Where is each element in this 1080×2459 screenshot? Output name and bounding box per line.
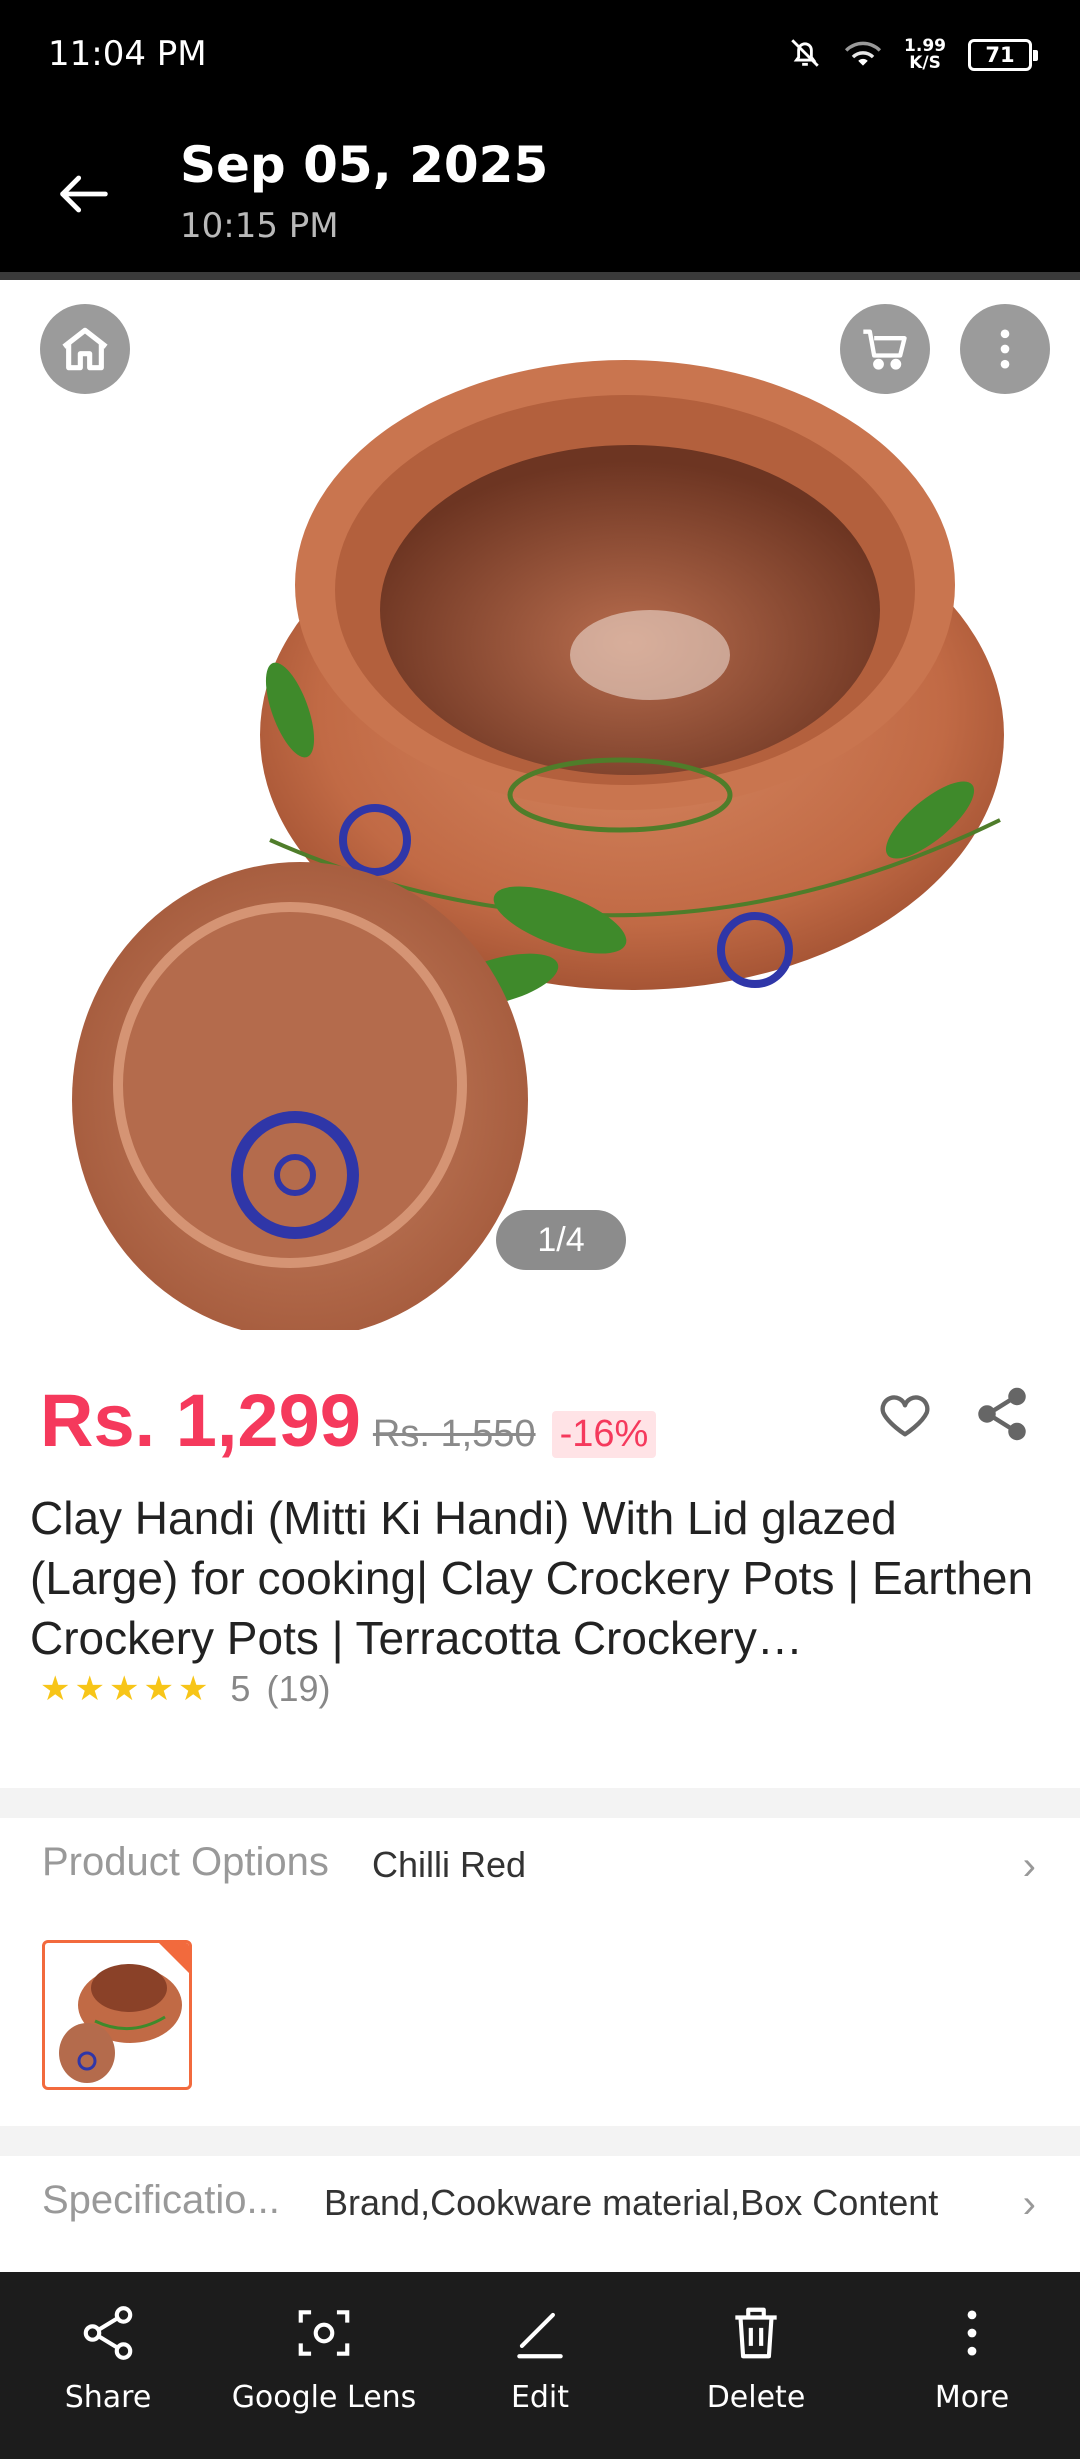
cart-icon [863,329,907,370]
star-icon: ★ [108,1670,140,1708]
pencil-icon [517,2312,563,2359]
original-price: Rs. 1,550 [372,1413,536,1455]
more-button[interactable]: More [864,2272,1080,2459]
share-icon [83,2306,133,2360]
google-lens-label: Google Lens [231,2380,417,2415]
status-bar: 11:04 PM 1.99 K/S 71 [0,0,1080,110]
screenshot-content: 1/4 Rs. 1,299 Rs. 1,550 -16% Clay Handi … [0,280,1080,2272]
back-button[interactable] [44,154,124,234]
heart-icon [880,1395,930,1437]
back-arrow-icon [60,175,108,213]
battery-icon: 71 [968,39,1038,71]
share-icon [978,1387,1026,1441]
rating-value: 5 [230,1668,251,1709]
kebab-menu-icon [1000,329,1010,369]
lens-icon [298,2310,350,2356]
more-label: More [934,2380,1010,2415]
rating-row[interactable]: ★ ★ ★ ★ ★ 5 (19) [40,1668,330,1710]
cart-button[interactable] [840,304,930,394]
share-product-button[interactable] [966,1378,1038,1450]
product-options-label: Product Options [42,1840,329,1884]
star-icon: ★ [177,1670,209,1708]
product-title: Clay Handi (Mitti Ki Handi) With Lid gla… [30,1492,1034,1664]
chevron-right-icon: › [1022,1844,1036,1888]
rating-count: (19) [266,1668,331,1709]
net-speed-unit: K/S [909,53,941,73]
edit-button[interactable]: Edit [432,2272,648,2459]
chevron-right-icon: › [1022,2182,1036,2226]
product-options-row[interactable]: Product Options Chilli Red › [0,1818,1080,1918]
header-divider [0,272,1080,280]
trash-icon [735,2307,777,2359]
header-time: 10:15 PM [180,206,339,246]
product-price: Rs. 1,299 [40,1379,361,1462]
specifications-row[interactable]: Specificatio... Brand,Cookware material,… [0,2156,1080,2256]
status-icons: 1.99 K/S 71 [788,30,1038,80]
wishlist-button[interactable] [870,1380,940,1450]
gallery-header: Sep 05, 2025 10:15 PM [0,110,1080,272]
product-options-value: Chilli Red [372,1844,527,1885]
clay-pot-illustration [72,360,1004,1338]
share-action-button[interactable]: Share [0,2272,216,2459]
net-speed: 1.99 K/S [904,38,946,72]
status-time: 11:04 PM [48,34,207,74]
star-icon: ★ [143,1670,174,1708]
pot-inside [380,445,880,775]
delete-label: Delete [706,2380,806,2415]
kebab-menu-icon [967,2310,977,2356]
section-separator [0,1788,1080,1818]
google-lens-button[interactable]: Google Lens [216,2272,432,2459]
delete-button[interactable]: Delete [648,2272,864,2459]
battery-level: 71 [985,43,1015,67]
section-separator [0,2126,1080,2156]
specifications-value: Brand,Cookware material,Box Content [324,2182,939,2223]
image-counter: 1/4 [496,1210,626,1270]
share-label: Share [64,2380,152,2415]
bottom-action-bar: Share Google Lens Edit Delete More [0,2272,1080,2459]
specifications-label: Specificatio... [42,2178,280,2222]
more-options-button[interactable] [960,304,1050,394]
bell-off-icon [788,36,822,75]
header-date: Sep 05, 2025 [180,136,549,194]
wifi-icon [844,36,882,75]
home-icon [62,327,108,371]
selected-corner-marker [159,1943,189,1973]
edit-label: Edit [510,2380,570,2415]
home-button[interactable] [40,304,130,394]
star-icon: ★ [40,1670,71,1708]
option-thumbnail[interactable] [42,1940,192,2090]
discount-badge: -16% [551,1411,657,1458]
star-icon: ★ [74,1670,105,1708]
product-image[interactable]: 1/4 [0,280,1080,1338]
